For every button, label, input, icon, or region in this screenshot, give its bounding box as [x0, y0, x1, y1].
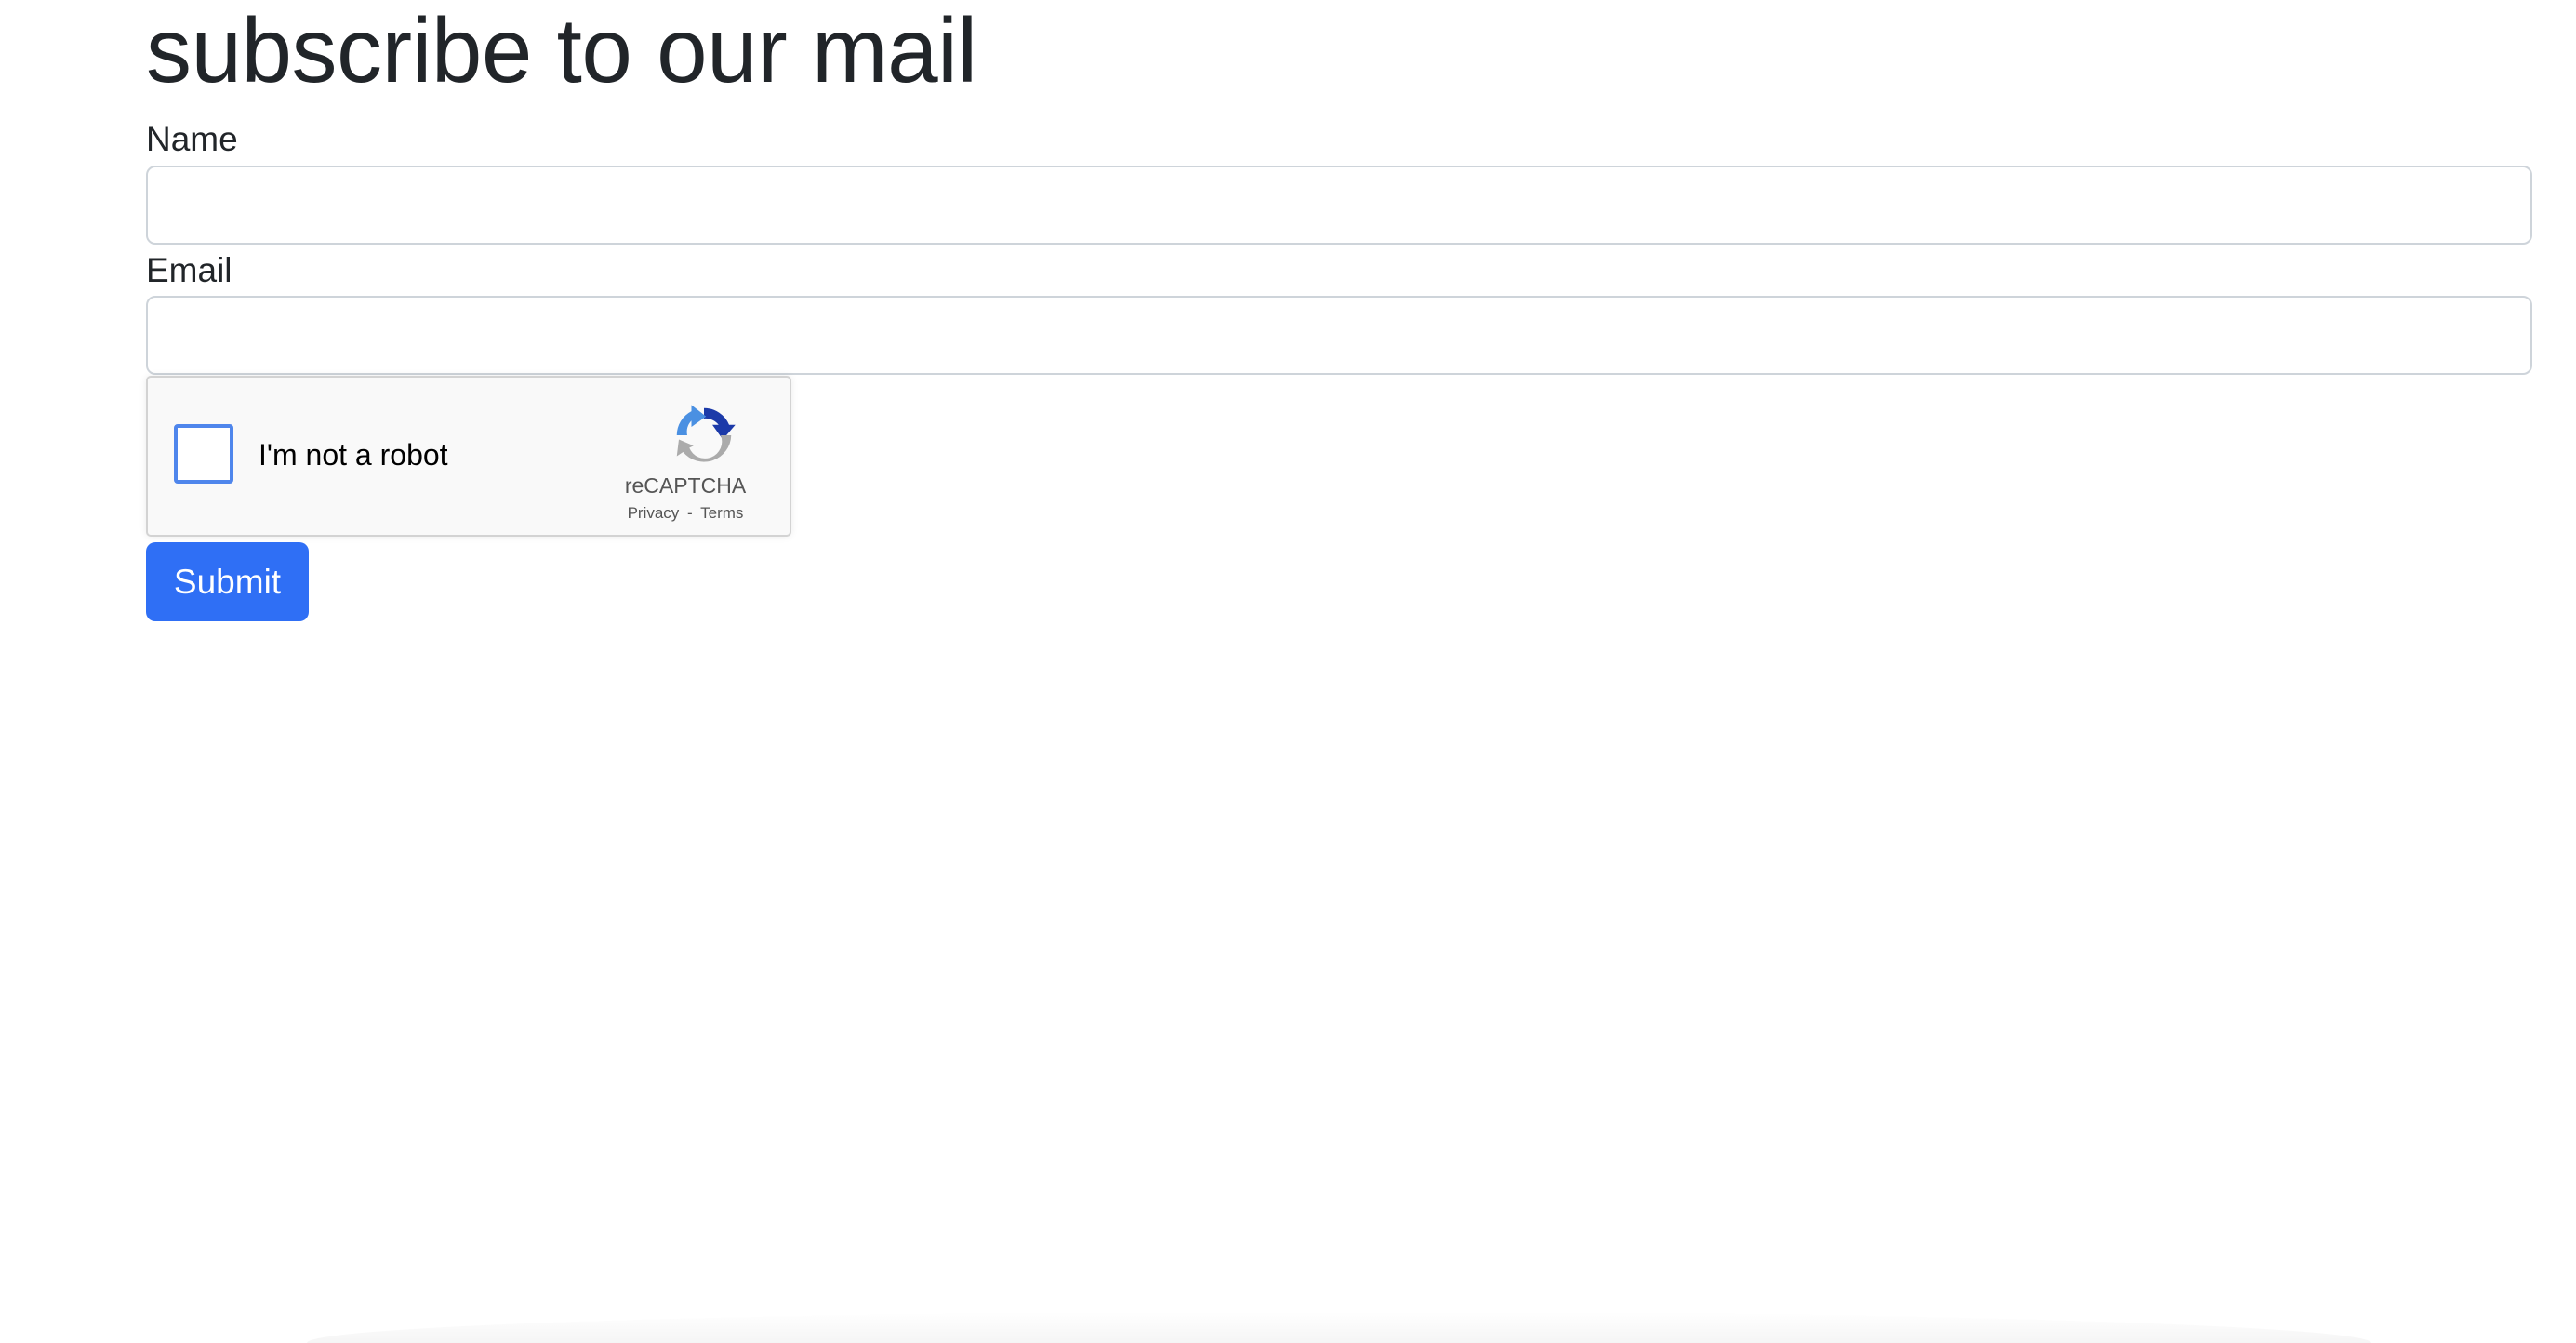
email-label: Email [146, 251, 232, 289]
recaptcha-checkbox-label: I'm not a robot [259, 438, 448, 472]
recaptcha-terms-link[interactable]: Terms [700, 504, 743, 522]
recaptcha-checkbox[interactable] [174, 424, 233, 484]
recaptcha-links: Privacy - Terms [594, 504, 777, 523]
bottom-edge-shadow [307, 1311, 2371, 1343]
submit-button[interactable]: Submit [146, 542, 309, 621]
recaptcha-brand: reCAPTCHA [624, 473, 747, 498]
recaptcha-link-separator: - [687, 504, 693, 522]
recaptcha-logo-icon [676, 405, 736, 462]
name-label: Name [146, 120, 238, 158]
name-input[interactable] [146, 166, 2532, 245]
page-title: subscribe to our mail [146, 0, 977, 101]
recaptcha-widget: I'm not a robot reCAPTCHA Privacy - Term… [146, 376, 791, 537]
email-input[interactable] [146, 296, 2532, 375]
recaptcha-privacy-link[interactable]: Privacy [628, 504, 680, 522]
